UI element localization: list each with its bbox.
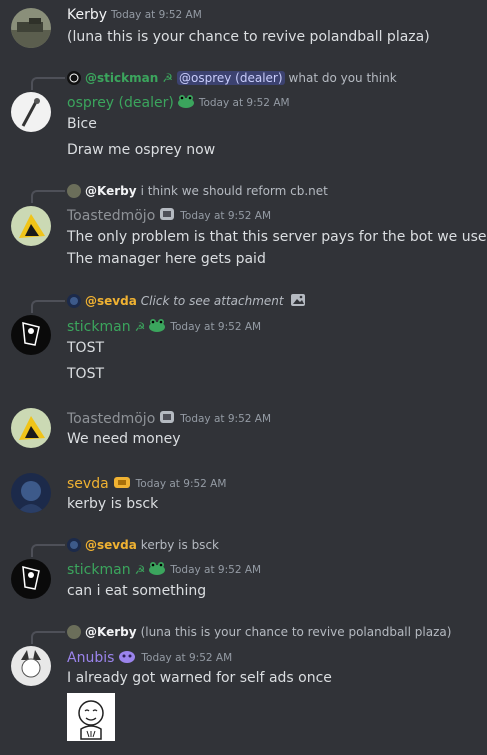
- timestamp: Today at 9:52 AM: [111, 9, 202, 21]
- timestamp: Today at 9:52 AM: [170, 563, 262, 576]
- timestamp: Today at 9:52 AM: [135, 478, 227, 490]
- timestamp: Today at 9:52 AM: [180, 210, 272, 222]
- message-text: The only problem is that this server pay…: [67, 229, 487, 245]
- frog-icon: [148, 317, 166, 336]
- message-text: Bice: [67, 116, 97, 132]
- timestamp: Today at 9:52 AM: [198, 96, 290, 109]
- reply-avatar: [67, 538, 81, 552]
- message-text: Draw me osprey now: [67, 142, 216, 158]
- sticker-image[interactable]: [67, 693, 115, 741]
- reply-text: (luna this is your chance to revive pola…: [140, 625, 452, 639]
- reply-author[interactable]: @sevda: [85, 294, 137, 308]
- reply-author[interactable]: @Kerby: [85, 184, 137, 198]
- username[interactable]: osprey (dealer): [67, 95, 174, 111]
- avatar[interactable]: [11, 559, 51, 599]
- reply-avatar: [67, 71, 81, 85]
- hammer-sickle-icon: ☭: [162, 71, 173, 85]
- username[interactable]: Toastedmöjo: [67, 411, 155, 427]
- frog-icon: [177, 93, 195, 112]
- reply-text: what do you think: [288, 71, 397, 85]
- timestamp: Today at 9:52 AM: [141, 652, 233, 664]
- role-icon: [158, 206, 176, 226]
- username[interactable]: stickman: [67, 562, 131, 578]
- message-text: can i eat something: [67, 583, 207, 599]
- username[interactable]: Kerby: [67, 7, 107, 23]
- image-icon: [290, 293, 306, 310]
- avatar[interactable]: [11, 315, 51, 355]
- username[interactable]: sevda: [67, 476, 109, 492]
- message-list: Kerby Today at 9:52 AM (luna this is you…: [0, 0, 487, 755]
- reply-text: i think we should reform cb.net: [140, 184, 328, 198]
- message-text: (luna this is your chance to revive pola…: [67, 29, 430, 45]
- reply-spine: [31, 544, 65, 557]
- message-text: I already got warned for self ads once: [67, 670, 332, 686]
- hammer-sickle-icon: ☭: [134, 562, 146, 577]
- message-text: TOST: [67, 340, 105, 356]
- reply-spine: [31, 300, 65, 313]
- reply-avatar: [67, 294, 81, 308]
- reply-preview[interactable]: @sevda Click to see attachment: [67, 293, 306, 309]
- avatar[interactable]: [11, 206, 51, 246]
- hammer-sickle-icon: ☭: [134, 319, 146, 334]
- username[interactable]: stickman: [67, 319, 131, 335]
- reply-preview[interactable]: @Kerby i think we should reform cb.net: [67, 183, 328, 199]
- reply-avatar: [67, 625, 81, 639]
- timestamp: Today at 9:52 AM: [180, 413, 272, 425]
- message-text: TOST: [67, 366, 105, 382]
- message-text: The manager here gets paid: [67, 251, 266, 267]
- frog-icon: [148, 560, 166, 579]
- reply-preview[interactable]: @stickman ☭ @osprey (dealer) what do you…: [67, 70, 397, 86]
- avatar[interactable]: [11, 646, 51, 686]
- reply-author[interactable]: @sevda: [85, 538, 137, 552]
- username[interactable]: Anubis: [67, 650, 114, 666]
- reply-spine: [31, 190, 65, 203]
- avatar[interactable]: [11, 408, 51, 448]
- role-icon: [117, 648, 137, 668]
- message-text: We need money: [67, 431, 181, 447]
- reply-spine: [31, 77, 65, 90]
- avatar[interactable]: [11, 92, 51, 132]
- message-text: kerby is bsck: [67, 496, 159, 512]
- reply-author[interactable]: @stickman: [85, 71, 158, 85]
- reply-text: kerby is bsck: [140, 538, 219, 552]
- role-icon: [158, 409, 176, 429]
- reply-avatar: [67, 184, 81, 198]
- avatar[interactable]: [11, 8, 51, 48]
- reply-preview[interactable]: @sevda kerby is bsck: [67, 537, 219, 553]
- reply-spine: [31, 631, 65, 644]
- reply-mention[interactable]: @osprey (dealer): [177, 71, 285, 85]
- reply-preview[interactable]: @Kerby (luna this is your chance to revi…: [67, 624, 451, 640]
- role-icon: [112, 474, 132, 494]
- reply-author[interactable]: @Kerby: [85, 625, 137, 639]
- reply-text[interactable]: Click to see attachment: [141, 294, 284, 308]
- timestamp: Today at 9:52 AM: [170, 320, 262, 333]
- avatar[interactable]: [11, 473, 51, 513]
- username[interactable]: Toastedmöjo: [67, 208, 155, 224]
